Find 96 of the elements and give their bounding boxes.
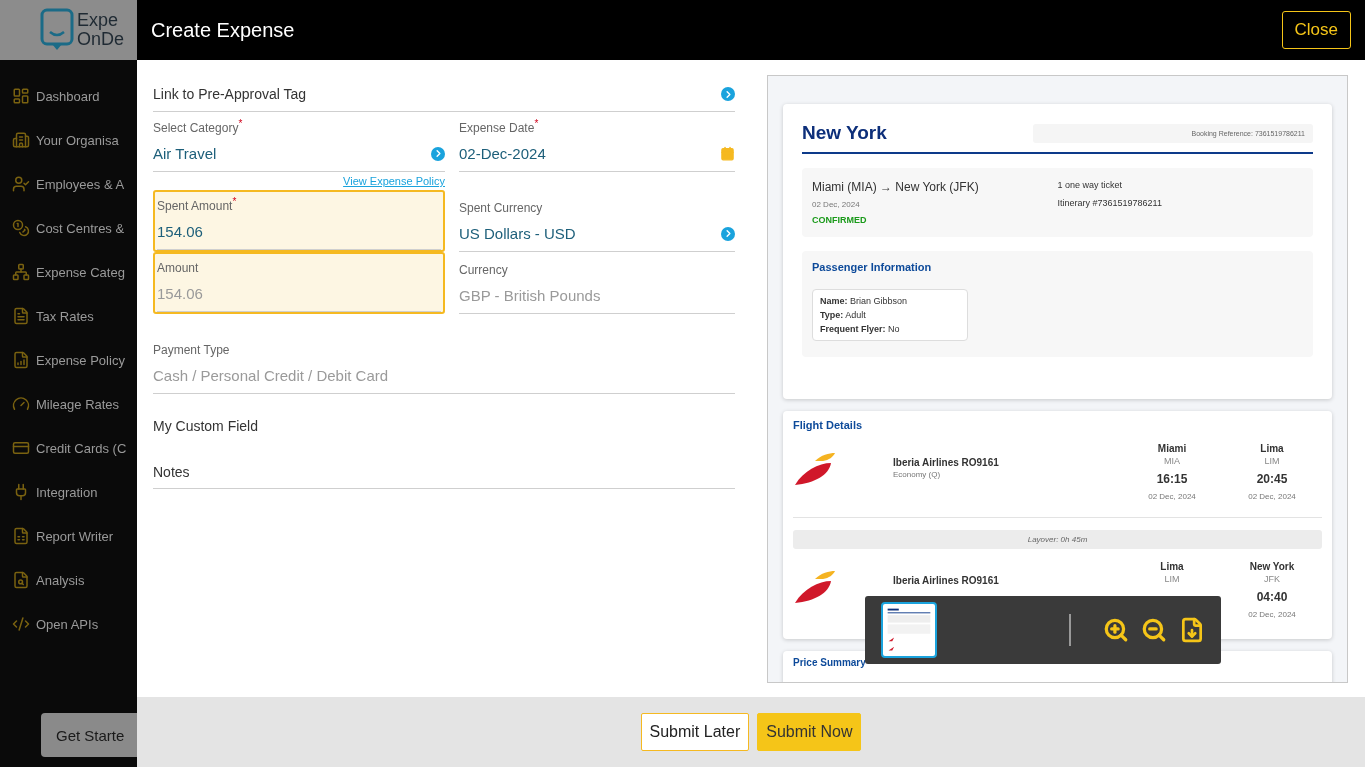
status-text: CONFIRMED — [812, 215, 868, 225]
zoom-in-icon[interactable] — [1103, 617, 1129, 643]
required-mark: * — [232, 196, 237, 207]
layover-text: Layover: 0h 45m — [793, 530, 1322, 549]
section-heading: Price Summary — [793, 657, 867, 668]
flight-date: 02 Dec, 2024 — [1248, 610, 1296, 619]
logo-text: Expe — [77, 11, 120, 30]
field-label: Payment Type — [153, 343, 230, 357]
submit-later-button[interactable]: Submit Later — [640, 713, 750, 751]
custom-field-label: My Custom Field — [153, 418, 260, 434]
field-value: 02-Dec-2024 — [459, 145, 546, 162]
menu-item-icon — [12, 131, 30, 149]
city-name: Lima — [1260, 443, 1284, 454]
sidebar-item[interactable]: Analysis — [0, 558, 137, 602]
flight-time: 04:40 — [1256, 590, 1288, 604]
sidebar-item[interactable]: Expense Policy — [0, 338, 137, 382]
field-label: Spent Amount* — [157, 199, 237, 213]
menu-item-icon — [12, 219, 30, 237]
menu-item-icon — [12, 571, 30, 589]
field-value: GBP - British Pounds — [459, 287, 601, 304]
menu-item-icon — [12, 439, 30, 457]
section-heading: Flight Details — [793, 419, 864, 431]
field-label: Amount — [157, 261, 199, 275]
menu-item-icon — [12, 351, 30, 369]
menu-item-icon — [12, 615, 30, 633]
required-mark: * — [238, 118, 243, 129]
close-button[interactable]: Close — [1281, 11, 1351, 49]
section-heading: Passenger Information — [812, 261, 933, 273]
highlighted-field[interactable]: Spent Amount* 154.06 — [153, 190, 445, 252]
sidebar-item[interactable]: Tax Rates — [0, 294, 137, 338]
airline-name: Iberia Airlines RO9161 — [893, 575, 1000, 586]
field-value: US Dollars - USD — [459, 225, 576, 242]
cabin-class: Economy (Q) — [893, 470, 942, 479]
get-started-button[interactable]: Get Starte — [41, 713, 137, 757]
chevron-right-icon[interactable] — [721, 226, 735, 241]
field-value: 154.06 — [157, 223, 203, 240]
passenger-detail: Frequent Flyer: No — [820, 324, 901, 334]
notes-field[interactable]: Notes — [153, 464, 735, 489]
ticket-text: 1 one way ticket — [1057, 180, 1124, 190]
itinerary-text: Itinerary #7361519786211 — [1057, 198, 1163, 208]
dialog-title: Create Expense — [151, 18, 295, 42]
flight-time: 16:15 — [1156, 472, 1188, 486]
route-text: Miami (MIA) → New York (JFK) — [812, 180, 980, 194]
menu-item-icon — [12, 263, 30, 281]
sidebar-item[interactable]: Mileage Rates — [0, 382, 137, 426]
sidebar-item[interactable]: Report Writer — [0, 514, 137, 558]
zoom-out-icon[interactable] — [1141, 617, 1167, 643]
trip-date: 02 Dec, 2024 — [812, 200, 861, 209]
airport-code: LIM — [1164, 574, 1180, 584]
submit-button[interactable]: Submit Now — [757, 713, 862, 751]
download-icon[interactable] — [1179, 617, 1205, 643]
passenger-detail: Type: Adult — [820, 310, 867, 320]
sidebar-item[interactable]: Dashboard — [0, 74, 137, 118]
airport-code: LIM — [1264, 456, 1280, 466]
sidebar-item[interactable]: Your Organisa — [0, 118, 137, 162]
passenger-detail: Name: Brian Gibbson — [820, 296, 909, 306]
input-field[interactable]: Air Travel — [153, 136, 445, 172]
menu-item-icon — [12, 307, 30, 325]
wing-logo-icon — [793, 451, 837, 487]
flight-date: 02 Dec, 2024 — [1148, 492, 1196, 501]
sidebar-item[interactable]: Open APIs — [0, 602, 137, 646]
sidebar-item[interactable]: Integration — [0, 470, 137, 514]
field-label: Currency — [459, 263, 508, 277]
menu-item-icon — [12, 395, 30, 413]
city-name: Lima — [1160, 561, 1184, 572]
input-field[interactable]: Link to Pre-Approval Tag — [153, 77, 735, 112]
sidebar-item[interactable]: Expense Categ — [0, 250, 137, 294]
chevron-right-icon[interactable] — [721, 87, 735, 101]
document-title: New York — [802, 122, 887, 144]
airport-code: JFK — [1264, 574, 1280, 584]
city-name: Miami — [1157, 443, 1187, 454]
field-value: 154.06 — [157, 285, 203, 302]
page-thumbnail[interactable] — [881, 602, 937, 658]
flight-time: 20:45 — [1256, 472, 1288, 486]
field-value: Air Travel — [153, 145, 217, 162]
input-field[interactable]: US Dollars - USD — [459, 216, 735, 252]
field-label: Select Category* — [153, 121, 243, 135]
wing-logo-icon — [793, 569, 837, 605]
logo-icon — [40, 8, 74, 52]
sidebar-item[interactable]: Employees & A — [0, 162, 137, 206]
airline-name: Iberia Airlines RO9161 — [893, 457, 1000, 468]
sidebar-item[interactable]: Credit Cards (C — [0, 426, 137, 470]
field-value: Cash / Personal Credit / Debit Card — [153, 367, 389, 384]
menu-item-icon — [12, 87, 30, 105]
logo-text: OnDe — [77, 30, 125, 49]
field-label: Expense Date* — [459, 121, 539, 135]
input-field[interactable]: 02-Dec-2024 — [459, 136, 735, 172]
flight-date: 02 Dec, 2024 — [1248, 492, 1296, 501]
airport-code: MIA — [1164, 456, 1180, 466]
sidebar-item[interactable]: Cost Centres & — [0, 206, 137, 250]
chevron-right-icon[interactable] — [431, 146, 445, 161]
required-mark: * — [534, 118, 539, 129]
city-name: New York — [1249, 561, 1295, 572]
field-label: Spent Currency — [459, 201, 543, 215]
menu-item-icon — [12, 527, 30, 545]
menu-item-icon — [12, 175, 30, 193]
